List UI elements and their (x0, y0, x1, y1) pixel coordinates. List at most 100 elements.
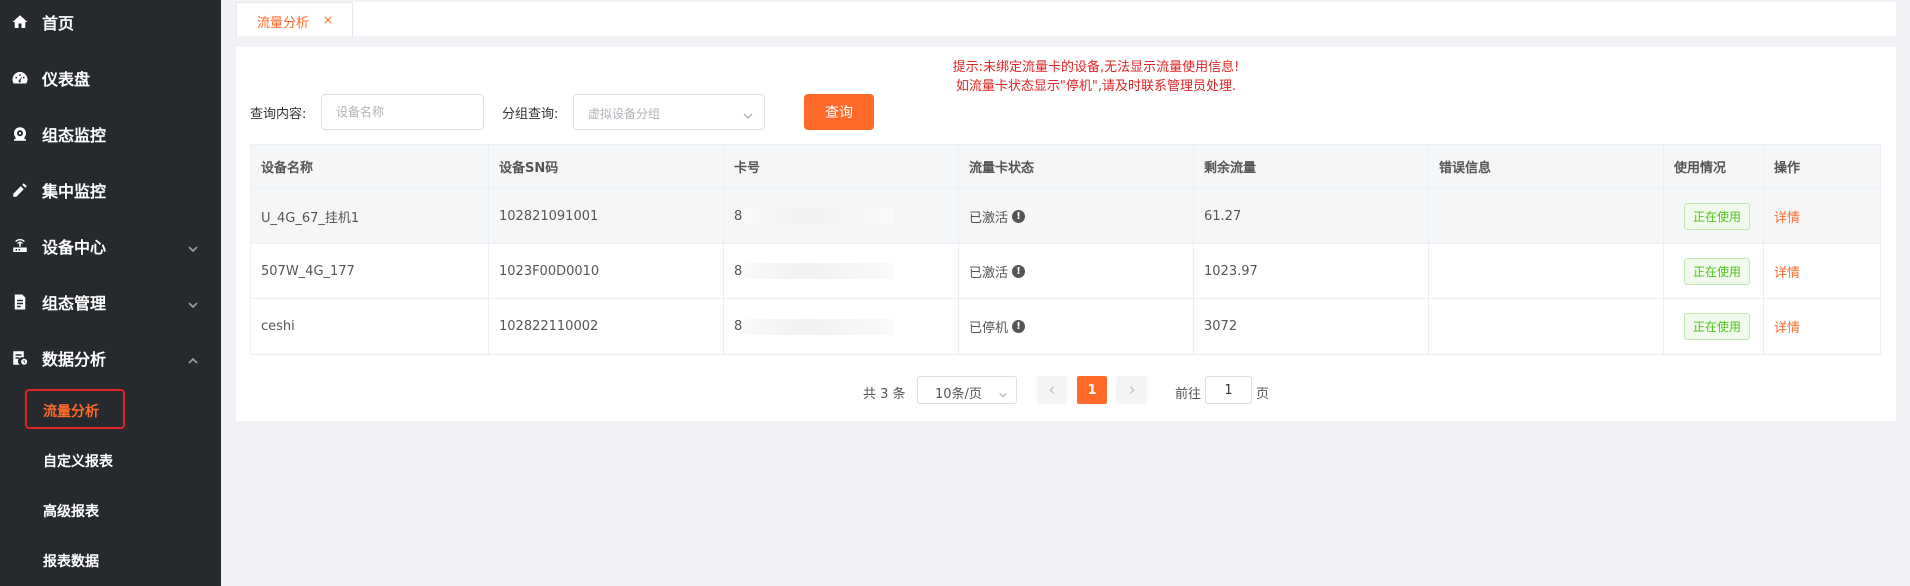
tab-traffic-analysis[interactable]: 流量分析 × (236, 2, 353, 36)
sidebar-item-home[interactable]: 首页 (0, 0, 221, 50)
sidebar: 首页 仪表盘 组态监控 集中监控 设备中心 组态管理 数据分析 流量分析 自定义… (0, 0, 221, 586)
error-info-cell (1429, 189, 1664, 243)
page-number-current[interactable]: 1 (1077, 376, 1107, 404)
report-icon (10, 348, 30, 368)
page-size-value: 10条/页 (935, 387, 982, 402)
router-icon (10, 236, 30, 256)
sidebar-item-label: 设备中心 (42, 238, 107, 257)
sidebar-item-dashboard[interactable]: 仪表盘 (0, 50, 221, 106)
redacted-card-number (744, 208, 895, 224)
tools-icon (10, 180, 30, 200)
table-header-row: 设备名称 设备SN码 卡号 流量卡状态 剩余流量 错误信息 使用情况 操作 (251, 145, 1880, 189)
remaining-traffic-cell: 61.27 (1194, 189, 1429, 243)
sidebar-item-label: 组态监控 (42, 126, 107, 145)
error-info-cell (1429, 244, 1664, 298)
notice-line-2: 如流量卡状态显示"停机",请及时联系管理员处理. (955, 79, 1237, 94)
chevron-down-icon (187, 296, 199, 309)
group-label: 分组查询: (502, 107, 559, 122)
group-select[interactable]: 虚拟设备分组 (573, 94, 765, 130)
redacted-card-number (744, 318, 895, 335)
goto-suffix: 页 (1256, 387, 1270, 402)
column-header: 使用情况 (1664, 145, 1764, 188)
sidebar-subitem-traffic-analysis[interactable]: 流量分析 (0, 387, 221, 433)
column-header: 流量卡状态 (959, 145, 1194, 188)
sidebar-subitem-label: 自定义报表 (43, 454, 113, 470)
sidebar-item-data-analysis[interactable]: 数据分析 (0, 330, 221, 386)
sidebar-item-label: 组态管理 (42, 294, 107, 313)
chevron-right-icon (1129, 386, 1135, 394)
action-cell: 详情 (1764, 189, 1882, 243)
chevron-down-icon (998, 385, 1008, 398)
device-name-cell: U_4G_67_挂机1 (251, 189, 489, 243)
table-row[interactable]: 507W_4G_177 1023F00D0010 8 已激活! 1023.97 … (251, 244, 1880, 299)
sidebar-item-config-management[interactable]: 组态管理 (0, 274, 221, 330)
column-header: 卡号 (724, 145, 959, 188)
sidebar-item-label: 首页 (42, 14, 75, 33)
remaining-traffic-cell: 1023.97 (1194, 244, 1429, 298)
column-header: 剩余流量 (1194, 145, 1429, 188)
document-icon (10, 292, 30, 312)
sidebar-subitem-label: 高级报表 (43, 504, 99, 520)
card-number-prefix: 8 (734, 319, 743, 334)
card-status-text: 已激活 (969, 265, 1009, 281)
table-row[interactable]: U_4G_67_挂机1 102821091001 8 已激活! 61.27 正在… (251, 189, 1880, 244)
details-link[interactable]: 详情 (1774, 262, 1800, 281)
remaining-traffic-cell: 3072 (1194, 299, 1429, 354)
card-status-cell: 已停机! (959, 299, 1194, 354)
device-sn-cell: 102822110002 (489, 299, 724, 354)
column-header: 操作 (1774, 161, 1801, 176)
next-page-button[interactable] (1117, 376, 1147, 404)
sidebar-item-device-center[interactable]: 设备中心 (0, 218, 221, 274)
page-size-select[interactable]: 10条/页 (917, 376, 1017, 404)
close-icon[interactable]: × (323, 13, 333, 27)
column-header: 设备SN码 (489, 145, 724, 188)
chevron-left-icon (1049, 386, 1055, 394)
error-info-cell (1429, 299, 1664, 354)
info-icon[interactable]: ! (1012, 320, 1026, 333)
query-label: 查询内容: (250, 107, 307, 122)
sidebar-item-config-monitor[interactable]: 组态监控 (0, 106, 221, 162)
usage-cell: 正在使用 (1664, 299, 1764, 354)
sidebar-subitem-label: 流量分析 (43, 404, 99, 420)
group-select-placeholder: 虚拟设备分组 (588, 107, 661, 121)
chevron-down-icon (187, 240, 199, 253)
pagination-total: 共 3 条 (863, 387, 906, 402)
search-input[interactable] (321, 94, 484, 130)
status-badge: 正在使用 (1684, 202, 1751, 230)
goto-label: 前往 (1175, 387, 1202, 402)
prev-page-button[interactable] (1037, 376, 1067, 404)
info-icon[interactable]: ! (1012, 264, 1026, 278)
device-sn-cell: 102821091001 (489, 189, 724, 243)
sidebar-item-central-monitor[interactable]: 集中监控 (0, 162, 221, 218)
table-row[interactable]: ceshi 102822110002 8 已停机! 3072 正在使用 详情 (251, 299, 1880, 354)
notice-line-1: 提示:未绑定流量卡的设备,无法显示流量使用信息! (952, 60, 1240, 75)
sidebar-subitem-label: 报表数据 (43, 554, 99, 570)
status-badge: 正在使用 (1684, 257, 1751, 285)
monitor-icon (10, 124, 30, 144)
sidebar-subitem-custom-report[interactable]: 自定义报表 (0, 437, 221, 483)
card-number-prefix: 8 (734, 208, 743, 224)
column-header: 设备名称 (251, 145, 489, 188)
details-link[interactable]: 详情 (1774, 317, 1800, 336)
card-number-cell: 8 (724, 189, 959, 243)
chevron-down-icon (742, 107, 754, 119)
action-cell: 详情 (1764, 299, 1882, 354)
sidebar-item-label: 仪表盘 (42, 70, 91, 89)
card-number-cell: 8 (724, 299, 959, 354)
sidebar-subitem-report-data[interactable]: 报表数据 (0, 537, 221, 583)
info-icon[interactable]: ! (1012, 209, 1026, 223)
query-button[interactable]: 查询 (804, 94, 874, 130)
sidebar-item-label: 数据分析 (42, 350, 107, 369)
dashboard-icon (10, 68, 30, 88)
column-header: 错误信息 (1429, 145, 1664, 188)
goto-page-input[interactable] (1205, 376, 1252, 404)
card-status-cell: 已激活! (959, 189, 1194, 243)
main-panel: 提示:未绑定流量卡的设备,无法显示流量使用信息! 如流量卡状态显示"停机",请及… (236, 47, 1896, 421)
usage-cell: 正在使用 (1664, 244, 1764, 298)
notice-message: 提示:未绑定流量卡的设备,无法显示流量使用信息! 如流量卡状态显示"停机",请及… (896, 58, 1296, 96)
card-number-cell: 8 (724, 244, 959, 298)
details-link[interactable]: 详情 (1774, 207, 1800, 226)
sidebar-subitem-advanced-report[interactable]: 高级报表 (0, 487, 221, 533)
device-table: 设备名称 设备SN码 卡号 流量卡状态 剩余流量 错误信息 使用情况 操作 U_… (250, 144, 1881, 355)
tab-bar: 流量分析 × (236, 2, 1896, 36)
